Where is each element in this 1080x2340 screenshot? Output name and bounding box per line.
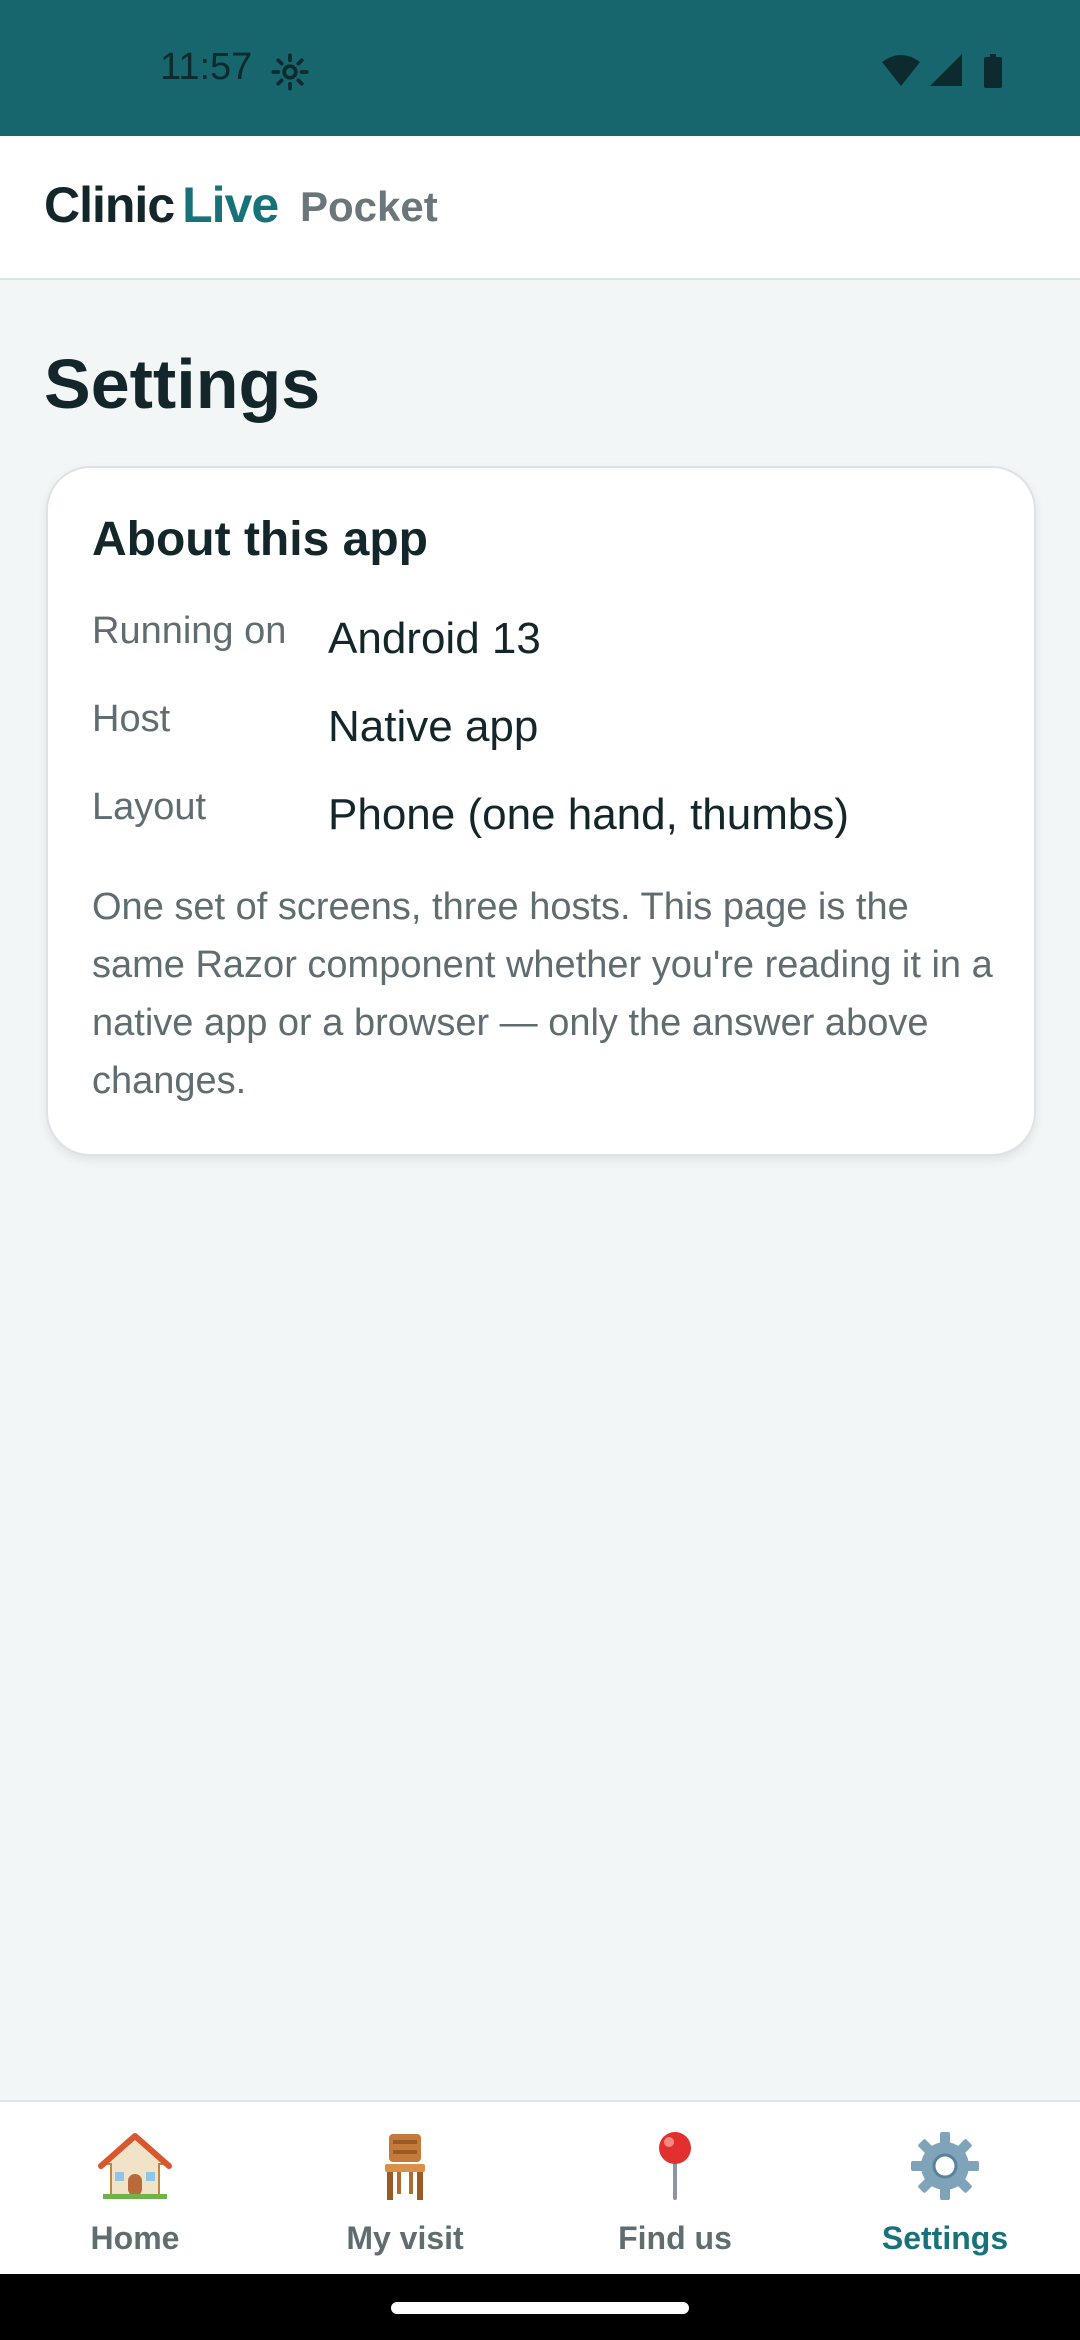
page-title: Settings — [44, 345, 321, 423]
host-value: Native app — [328, 702, 539, 751]
card-title: About this app — [92, 513, 428, 566]
brand-subtitle: Pocket — [300, 183, 438, 230]
nav-item-home[interactable]: Home — [0, 2102, 270, 2274]
system-status-icons — [882, 54, 1002, 88]
host-label: Host — [92, 698, 171, 740]
signal-icon — [930, 54, 962, 86]
layout-value: Phone (one hand, thumbs) — [328, 790, 850, 839]
brand-logo: Clinic Live — [44, 176, 279, 234]
running-on-label: Running on — [92, 610, 287, 652]
bottom-navigation: Home My visit Find us Settings — [0, 2100, 1080, 2274]
about-card: About this app Running on Android 13 Hos… — [46, 466, 1036, 1156]
house-icon — [98, 2133, 172, 2199]
nav-label-my-visit: My visit — [346, 2220, 464, 2256]
gear-icon — [911, 2132, 979, 2200]
chair-icon — [385, 2134, 425, 2200]
settings-gear-icon — [271, 53, 309, 91]
nav-item-find-us[interactable]: Find us — [540, 2102, 810, 2274]
home-gesture-handle[interactable] — [391, 2302, 689, 2314]
wifi-icon — [882, 55, 920, 86]
running-on-value: Android 13 — [328, 614, 541, 663]
layout-label: Layout — [92, 786, 207, 828]
nav-label-find-us: Find us — [618, 2220, 732, 2256]
app-header: Clinic Live Pocket — [0, 136, 1080, 280]
nav-label-home: Home — [90, 2220, 180, 2256]
nav-item-my-visit[interactable]: My visit — [270, 2102, 540, 2274]
battery-icon — [984, 54, 1002, 88]
nav-item-settings[interactable]: Settings — [810, 2102, 1080, 2274]
map-pin-icon — [659, 2132, 691, 2200]
status-bar: 11:57 — [0, 0, 1080, 136]
brand-clinic-text: Clinic — [44, 177, 175, 233]
nav-label-settings: Settings — [881, 2220, 1009, 2256]
card-description: One set of screens, three hosts. This pa… — [92, 886, 993, 1102]
status-time: 11:57 — [160, 46, 253, 88]
brand-live-text: Live — [182, 177, 279, 233]
system-gesture-bar — [0, 2274, 1080, 2340]
